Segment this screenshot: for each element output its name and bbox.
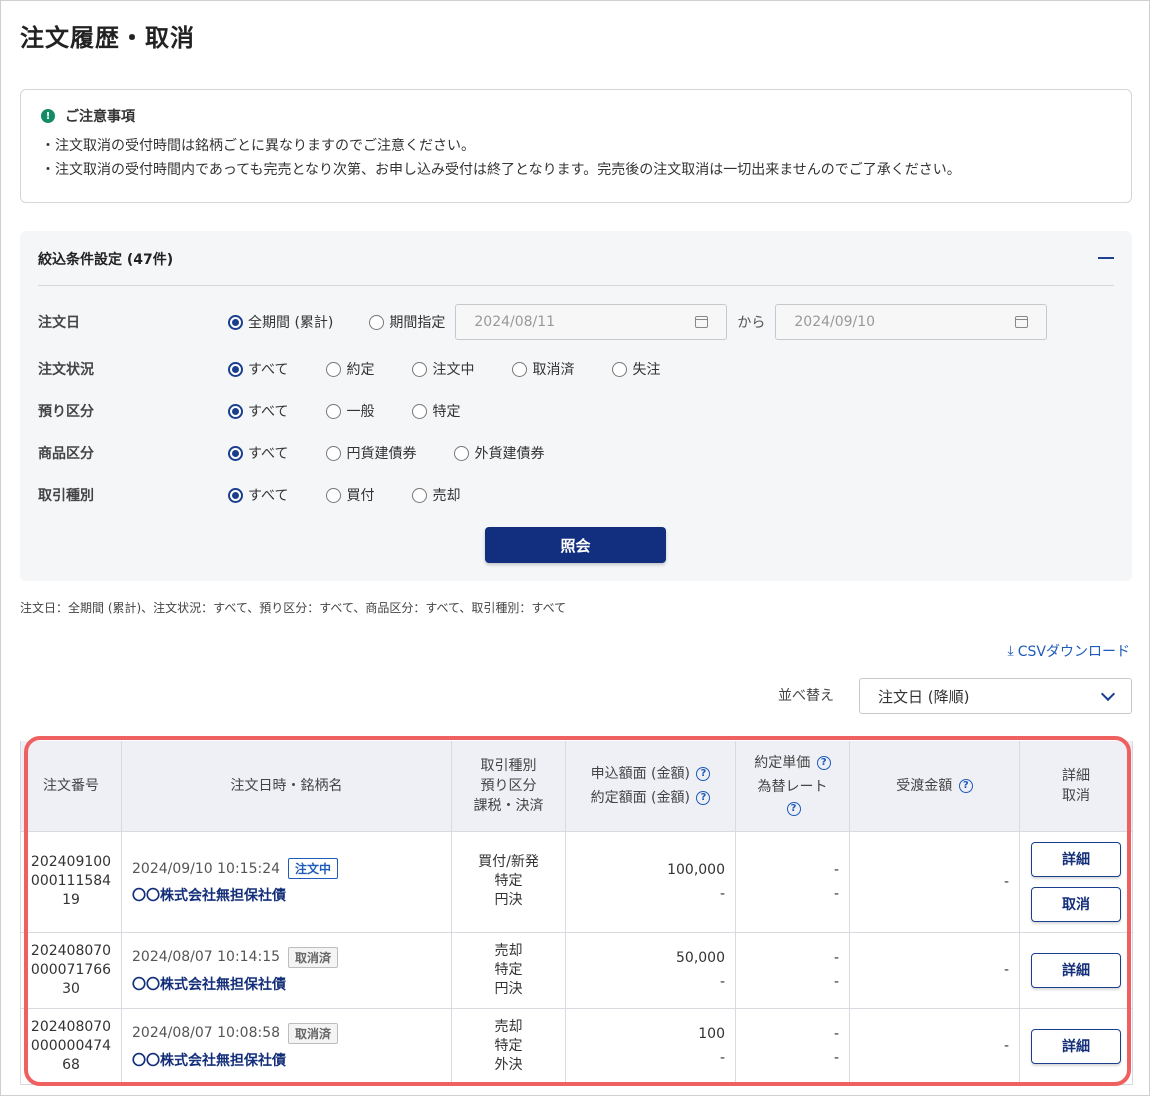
order-datetime: 2024/08/07 10:14:15	[132, 949, 281, 965]
date-range-separator: から	[737, 315, 766, 331]
detail-button[interactable]: 詳細	[1031, 1028, 1121, 1064]
date-from-input[interactable]: 2024/08/11	[455, 304, 728, 340]
download-icon: ⤓	[1007, 643, 1014, 659]
delivery-amount: -	[849, 1007, 1020, 1085]
order-number: 202408070 000000474 68	[20, 1007, 122, 1085]
filter-row-status: 注文状況 すべて 約定 注文中 取消済 失注	[38, 359, 698, 379]
csv-download-link[interactable]: ⤓ CSVダウンロード	[1008, 641, 1130, 661]
radio-product-all[interactable]: すべて	[228, 443, 288, 463]
filter-row-order-date: 注文日 全期間 (累計) 期間指定 2024/08/11 から 2024/09/…	[38, 304, 1048, 340]
page-title: 注文履歴・取消	[20, 24, 195, 52]
question-circle-icon[interactable]: ?	[696, 790, 711, 805]
cancel-button[interactable]: 取消	[1031, 886, 1121, 922]
question-circle-icon[interactable]: ?	[816, 755, 831, 770]
notice-title: ご注意事項	[65, 109, 135, 125]
radio-trade-sell[interactable]: 売却	[412, 485, 460, 505]
radio-status-pending[interactable]: 注文中	[412, 359, 474, 379]
trade-type-cell: 買付/新発 特定 円決	[451, 830, 566, 933]
filter-row-trade: 取引種別 すべて 買付 売却	[38, 485, 498, 505]
rate-cell: --	[735, 931, 850, 1009]
filter-label: 預り区分	[38, 404, 94, 420]
table-row: 202408070 000071766 30 2024/08/07 10:14:15…	[20, 931, 1133, 1009]
filter-row-deposit: 預り区分 すべて 一般 特定	[38, 401, 498, 421]
col-trade-type: 取引種別 預り区分 課税・決済	[451, 741, 566, 832]
order-number: 202408070 000071766 30	[20, 931, 122, 1009]
amount-cell: 50,000-	[565, 931, 736, 1009]
radio-deposit-all[interactable]: すべて	[228, 401, 288, 421]
sort-select[interactable]: 注文日 (降順)	[859, 678, 1132, 714]
issue-name[interactable]: 〇〇株式会社無担保社債	[132, 1050, 451, 1070]
status-badge: 注文中	[288, 858, 339, 879]
notice-line: ・注文取消の受付時間は銘柄ごとに異なりますのでご注意ください。	[41, 138, 475, 154]
radio-trade-all[interactable]: すべて	[228, 485, 288, 505]
date-to-input[interactable]: 2024/09/10	[775, 304, 1048, 340]
question-circle-icon[interactable]: ?	[958, 778, 973, 793]
question-circle-icon[interactable]: ?	[786, 801, 801, 816]
radio-date-range[interactable]: 期間指定	[369, 312, 445, 332]
radio-deposit-specific[interactable]: 特定	[412, 401, 460, 421]
rate-cell: --	[735, 830, 850, 933]
filter-row-product: 商品区分 すべて 円貨建債券 外貨建債券	[38, 443, 582, 463]
filter-label: 注文状況	[38, 362, 94, 378]
radio-product-yen-bond[interactable]: 円貨建債券	[326, 443, 416, 463]
order-datetime: 2024/08/07 10:08:58	[132, 1025, 281, 1041]
col-order-no: 注文番号	[20, 741, 122, 832]
divider	[38, 285, 1114, 286]
status-badge: 取消済	[288, 1022, 339, 1044]
status-badge: 取消済	[288, 946, 339, 968]
order-datetime: 2024/09/10 10:15:24	[132, 860, 281, 877]
radio-deposit-general[interactable]: 一般	[326, 401, 374, 421]
table-row: 202408070 000000474 68 2024/08/07 10:08:58…	[20, 1007, 1133, 1085]
col-datetime-name: 注文日時・銘柄名	[121, 741, 452, 832]
radio-status-cancelled[interactable]: 取消済	[512, 359, 574, 379]
filter-heading: 絞込条件設定 (47件)	[38, 252, 174, 268]
order-table: 注文番号 注文日時・銘柄名 取引種別 預り区分 課税・決済 申込額面 (金額) …	[20, 741, 1133, 1085]
trade-type-cell: 売却 特定 円決	[451, 931, 566, 1009]
sort-label: 並べ替え	[778, 688, 834, 704]
col-delivery: 受渡金額 ?	[849, 741, 1020, 832]
filter-label: 商品区分	[38, 446, 94, 462]
amount-cell: 100,000-	[565, 830, 736, 933]
notice-box: ! ご注意事項 ・注文取消の受付時間は銘柄ごとに異なりますのでご注意ください。 …	[20, 89, 1132, 203]
delivery-amount: -	[849, 931, 1020, 1009]
calendar-icon	[1015, 316, 1029, 328]
radio-product-foreign-bond[interactable]: 外貨建債券	[454, 443, 544, 463]
rate-cell: --	[735, 1007, 850, 1085]
amount-cell: 100-	[565, 1007, 736, 1085]
filter-label: 取引種別	[38, 488, 94, 504]
question-circle-icon[interactable]: ?	[696, 766, 711, 781]
notice-line: ・注文取消の受付時間内であっても完売となり次第、お申し込み受付は終了となります。…	[41, 162, 961, 178]
radio-all-period[interactable]: 全期間 (累計)	[228, 312, 333, 332]
col-amount: 申込額面 (金額) ? 約定額面 (金額) ?	[565, 741, 736, 832]
trade-type-cell: 売却 特定 外決	[451, 1007, 566, 1085]
filter-summary: 注文日：全期間 (累計)、注文状況：すべて、預り区分：すべて、商品区分：すべて、…	[20, 601, 567, 615]
radio-status-executed[interactable]: 約定	[326, 359, 374, 379]
page-frame: 注文履歴・取消 ! ご注意事項 ・注文取消の受付時間は銘柄ごとに異なりますのでご…	[0, 0, 1150, 1096]
chevron-down-icon	[1100, 686, 1116, 701]
detail-button[interactable]: 詳細	[1031, 952, 1121, 988]
radio-trade-buy[interactable]: 買付	[326, 485, 374, 505]
table-row: 202409100 000111584 19 2024/09/10 10:15:24…	[20, 830, 1133, 933]
detail-button[interactable]: 詳細	[1031, 841, 1121, 877]
col-actions: 詳細 取消	[1019, 741, 1133, 832]
table-header-row: 注文番号 注文日時・銘柄名 取引種別 預り区分 課税・決済 申込額面 (金額) …	[20, 741, 1133, 832]
delivery-amount: -	[849, 830, 1020, 933]
exclamation-circle-icon: !	[41, 109, 55, 123]
filter-panel: 絞込条件設定 (47件) 注文日 全期間 (累計) 期間指定 2024/08/1…	[20, 231, 1132, 581]
radio-status-lost[interactable]: 失注	[612, 359, 660, 379]
minus-icon[interactable]	[1098, 257, 1114, 259]
order-number: 202409100 000111584 19	[20, 830, 122, 933]
search-button[interactable]: 照会	[485, 527, 666, 563]
calendar-icon	[695, 316, 709, 328]
issue-name[interactable]: 〇〇株式会社無担保社債	[132, 974, 451, 994]
radio-status-all[interactable]: すべて	[228, 359, 288, 379]
issue-name[interactable]: 〇〇株式会社無担保社債	[132, 885, 451, 905]
filter-label: 注文日	[38, 315, 80, 331]
col-rate: 約定単価 ? 為替レート ?	[735, 741, 850, 832]
